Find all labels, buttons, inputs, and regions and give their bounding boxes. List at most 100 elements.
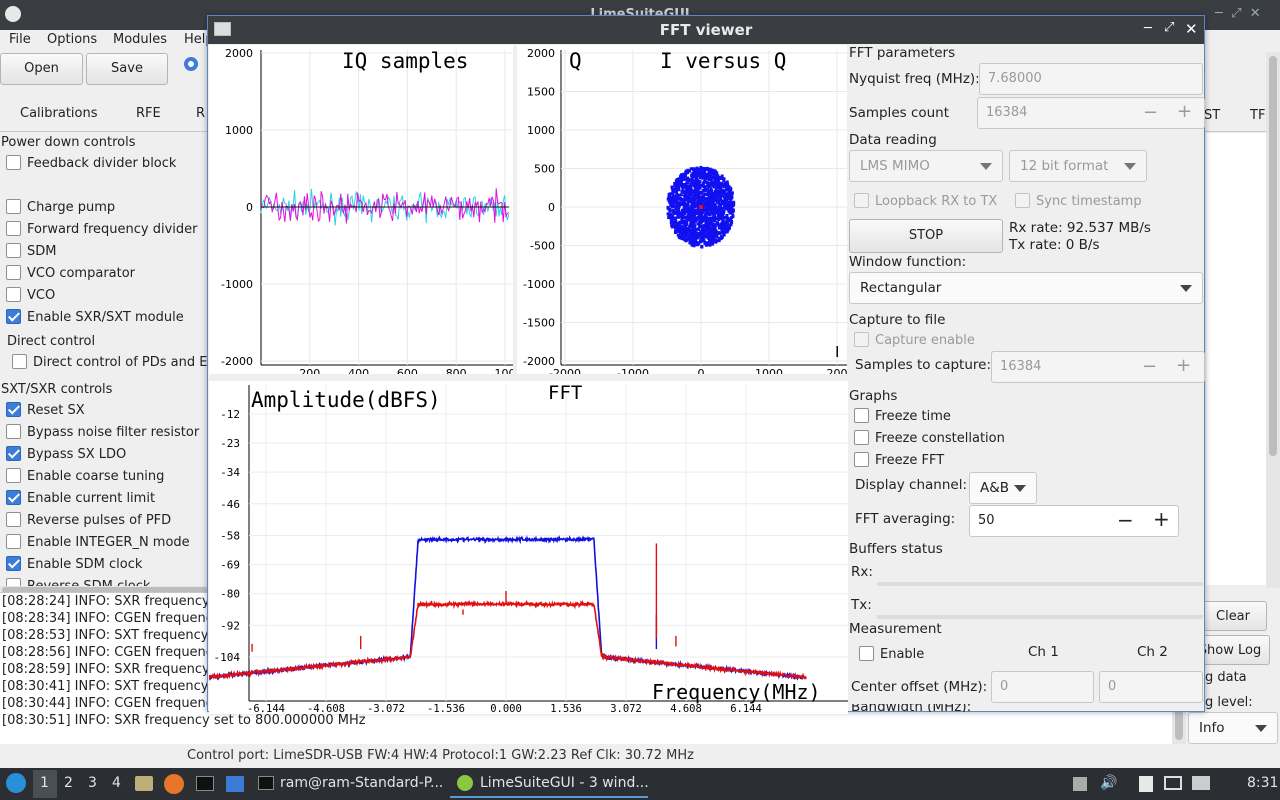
- notes-icon[interactable]: [1139, 776, 1153, 792]
- sx-checkbox-0[interactable]: Reset SX: [6, 402, 85, 420]
- volume-icon[interactable]: 🔊: [1100, 775, 1117, 791]
- workspace-4[interactable]: 4: [112, 775, 121, 791]
- maximize-icon[interactable]: ⤢: [1164, 20, 1174, 35]
- tab-calibrations[interactable]: Calibrations: [20, 106, 98, 121]
- workspace-1[interactable]: 1: [40, 775, 49, 791]
- sx-checkbox-5[interactable]: Reverse pulses of PFD: [6, 512, 171, 530]
- log-level-select[interactable]: Info: [1188, 712, 1278, 744]
- window-icon[interactable]: [226, 776, 244, 792]
- display-icon[interactable]: [1164, 776, 1182, 790]
- terminal-task[interactable]: ram@ram-Standard-P...: [280, 775, 443, 791]
- sx-checkbox-1[interactable]: Bypass noise filter resistor: [6, 424, 199, 442]
- sx-box-0[interactable]: [6, 402, 21, 417]
- format-select[interactable]: 12 bit format: [1009, 150, 1147, 182]
- power-down-checkbox-4[interactable]: VCO comparator: [6, 265, 135, 283]
- freeze-fft-checkbox[interactable]: Freeze FFT: [854, 452, 944, 470]
- sx-checkbox-6[interactable]: Enable INTEGER_N mode: [6, 534, 190, 552]
- power-down-checkbox-0[interactable]: Feedback divider block: [6, 155, 176, 173]
- sx-checkbox-8[interactable]: Reverse SDM clock: [6, 578, 150, 586]
- power-down-checkbox-6[interactable]: Enable SXR/SXT module: [6, 309, 184, 327]
- power-down-box-0[interactable]: [6, 155, 21, 170]
- loopback-checkbox[interactable]: Loopback RX to TX: [854, 193, 997, 211]
- sx-box-4[interactable]: [6, 490, 21, 505]
- menu-modules[interactable]: Modules: [113, 32, 167, 47]
- fft-ytick-7: -92: [220, 619, 240, 632]
- averaging-increment-icon[interactable]: +: [1153, 507, 1170, 531]
- window-function-select[interactable]: Rectangular: [849, 272, 1203, 304]
- power-down-box-3[interactable]: [6, 243, 21, 258]
- sx-box-1[interactable]: [6, 424, 21, 439]
- samples-increment-icon[interactable]: +: [1177, 101, 1192, 122]
- constellation-title: I versus Q: [660, 49, 786, 73]
- radio-icon[interactable]: [184, 57, 198, 71]
- samples-to-capture-input[interactable]: 16384: [991, 351, 1205, 383]
- sx-box-2[interactable]: [6, 446, 21, 461]
- measurement-enable-checkbox[interactable]: Enable: [859, 646, 924, 664]
- fft-plot[interactable]: Amplitude(dBFS) FFT Frequency(MHz) -12 -2…: [209, 381, 848, 714]
- open-button[interactable]: Open: [0, 53, 83, 85]
- firefox-icon[interactable]: [164, 774, 184, 794]
- file-manager-icon[interactable]: [135, 776, 153, 791]
- clear-log-button[interactable]: Clear: [1199, 601, 1267, 631]
- main-window-controls[interactable]: ─ ⤢ ✕: [1215, 6, 1261, 21]
- direct-control-checkbox[interactable]: Direct control of PDs and E: [12, 354, 207, 372]
- nyquist-input[interactable]: 7.68000: [979, 63, 1203, 95]
- sx-checkbox-2[interactable]: Bypass SX LDO: [6, 446, 126, 464]
- window-menu-icon[interactable]: [214, 22, 231, 36]
- power-down-checkbox-2[interactable]: Forward frequency divider: [6, 221, 198, 239]
- power-down-checkbox-3[interactable]: SDM: [6, 243, 56, 261]
- sx-box-6[interactable]: [6, 534, 21, 549]
- constellation-point: [730, 191, 734, 195]
- power-down-checkbox-1[interactable]: Charge pump: [6, 199, 115, 217]
- save-button[interactable]: Save: [86, 53, 168, 85]
- tab-tf[interactable]: TF: [1250, 108, 1265, 123]
- samples-count-input[interactable]: 16384: [977, 97, 1205, 129]
- sx-checkbox-3[interactable]: Enable coarse tuning: [6, 468, 164, 486]
- fft-averaging-input[interactable]: 50: [969, 505, 1179, 537]
- freeze-constellation-checkbox[interactable]: Freeze constellation: [854, 430, 1005, 448]
- sx-checkbox-7[interactable]: Enable SDM clock: [6, 556, 142, 574]
- sync-timestamp-checkbox[interactable]: Sync timestamp: [1015, 193, 1142, 211]
- capture-decrement-icon[interactable]: −: [1142, 356, 1157, 377]
- network-icon[interactable]: [1192, 776, 1210, 790]
- center-offset-ch2-input[interactable]: 0: [1099, 671, 1203, 703]
- freeze-time-checkbox[interactable]: Freeze time: [854, 408, 951, 426]
- samples-decrement-icon[interactable]: −: [1143, 102, 1158, 123]
- constellation-plot[interactable]: I Q I versus Q 2000 1500 1000 500 0 -500 -1000…: [517, 45, 847, 374]
- center-offset-ch1-input[interactable]: 0: [991, 671, 1094, 703]
- constellation-point: [685, 209, 689, 213]
- iq-samples-plot[interactable]: IQ samples 2000 1000 0 -1000 -2000 200 400 600 8…: [209, 45, 513, 374]
- tab-r[interactable]: R: [196, 106, 205, 121]
- capture-increment-icon[interactable]: +: [1176, 355, 1191, 376]
- tab-rfe[interactable]: RFE: [136, 106, 161, 121]
- power-down-box-4[interactable]: [6, 265, 21, 280]
- sx-box-5[interactable]: [6, 512, 21, 527]
- main-scrollbar[interactable]: [1266, 52, 1280, 588]
- sx-box-7[interactable]: [6, 556, 21, 571]
- capture-enable-checkbox[interactable]: Capture enable: [854, 332, 975, 350]
- constellation-point: [694, 201, 698, 205]
- tab-st[interactable]: ST: [1204, 108, 1220, 123]
- workspace-3[interactable]: 3: [88, 775, 97, 791]
- stop-button[interactable]: STOP: [849, 219, 1003, 253]
- sx-label-5: Reverse pulses of PFD: [27, 513, 172, 528]
- mode-select[interactable]: LMS MIMO: [849, 150, 1003, 182]
- sx-box-3[interactable]: [6, 468, 21, 483]
- menu-file[interactable]: File: [9, 32, 31, 47]
- close-icon[interactable]: ✕: [1185, 20, 1198, 38]
- workspace-2[interactable]: 2: [64, 775, 73, 791]
- display-channel-select[interactable]: A&B: [969, 472, 1037, 504]
- start-menu-icon[interactable]: [6, 773, 26, 793]
- clipboard-icon[interactable]: [1073, 777, 1087, 791]
- terminal-icon[interactable]: [196, 776, 214, 791]
- menu-options[interactable]: Options: [47, 32, 97, 47]
- power-down-box-6[interactable]: [6, 309, 21, 324]
- power-down-checkbox-5[interactable]: VCO: [6, 287, 55, 305]
- sx-box-8[interactable]: [6, 578, 21, 586]
- power-down-box-1[interactable]: [6, 199, 21, 214]
- minimize-icon[interactable]: ─: [1144, 21, 1152, 36]
- power-down-box-2[interactable]: [6, 221, 21, 236]
- sx-checkbox-4[interactable]: Enable current limit: [6, 490, 155, 508]
- power-down-box-5[interactable]: [6, 287, 21, 302]
- averaging-decrement-icon[interactable]: −: [1117, 508, 1134, 532]
